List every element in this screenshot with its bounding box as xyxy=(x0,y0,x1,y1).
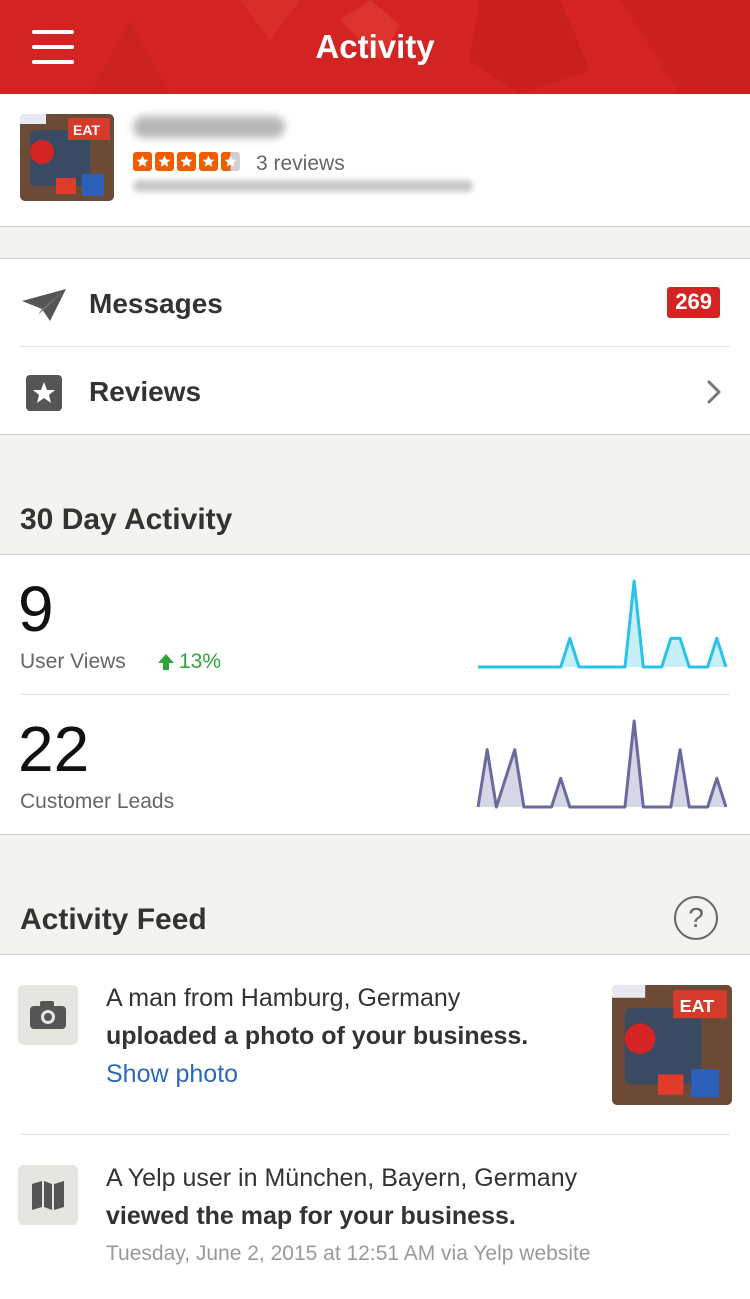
reviews-row[interactable]: Reviews xyxy=(0,347,750,435)
user-views-label: User Views xyxy=(20,650,126,673)
feed-item-action: uploaded a photo of your business. xyxy=(106,1022,529,1050)
half-star-icon xyxy=(221,152,240,171)
chevron-right-icon xyxy=(707,380,721,404)
business-address-redacted xyxy=(133,180,473,192)
help-icon[interactable]: ? xyxy=(674,896,718,940)
feed-item[interactable]: A Yelp user in München, Bayern, Germany … xyxy=(0,1135,750,1299)
feed-section-title: Activity Feed xyxy=(20,903,207,936)
messages-label: Messages xyxy=(89,288,223,319)
activity-stats: 9 User Views 13% 22 Customer Leads xyxy=(0,555,750,835)
star-square-icon xyxy=(26,375,62,411)
activity-section-title: 30 Day Activity xyxy=(20,503,233,536)
activity-feed: A man from Hamburg, Germany uploaded a p… xyxy=(0,955,750,1299)
business-card[interactable]: EAT 3 reviews xyxy=(0,94,750,227)
uploaded-photo-thumbnail[interactable]: EAT xyxy=(612,985,732,1105)
camera-icon xyxy=(18,985,78,1045)
arrow-up-icon xyxy=(158,654,174,670)
menu-list: Messages 269 Reviews xyxy=(0,258,750,435)
business-photo: EAT xyxy=(20,114,114,201)
star-icon xyxy=(155,152,174,171)
messages-count-badge: 269 xyxy=(667,287,720,318)
reviews-label: Reviews xyxy=(89,376,202,407)
feed-item-timestamp: Tuesday, June 2, 2015 at 12:51 AM via Ye… xyxy=(106,1242,591,1265)
messages-row[interactable]: Messages 269 xyxy=(0,259,750,347)
sparkline-area xyxy=(478,581,726,667)
customer-leads-sparkline xyxy=(476,719,728,809)
rating-stars xyxy=(133,152,240,171)
user-views-row[interactable]: 9 User Views 13% xyxy=(0,555,750,695)
sparkline-area xyxy=(478,721,726,807)
thumb-text: EAT xyxy=(680,996,714,1016)
customer-leads-row[interactable]: 22 Customer Leads xyxy=(0,695,750,835)
user-views-change: 13% xyxy=(157,650,221,674)
business-name-redacted xyxy=(133,116,285,138)
review-count: 3 reviews xyxy=(256,152,345,175)
feed-item-line1: A Yelp user in München, Bayern, Germany xyxy=(106,1164,578,1192)
page-title: Activity xyxy=(315,28,435,65)
customer-leads-label: Customer Leads xyxy=(20,790,175,813)
feed-item[interactable]: A man from Hamburg, Germany uploaded a p… xyxy=(0,955,750,1135)
star-icon xyxy=(133,152,152,171)
star-icon xyxy=(199,152,218,171)
user-views-change-value: 13% xyxy=(179,650,222,673)
feed-item-line1: A man from Hamburg, Germany xyxy=(106,984,461,1012)
show-photo-link[interactable]: Show photo xyxy=(106,1055,528,1093)
thumb-text: EAT xyxy=(73,122,100,138)
user-views-value: 9 xyxy=(18,573,54,645)
sparkline-line xyxy=(478,579,728,669)
map-icon xyxy=(18,1165,78,1225)
customer-leads-value: 22 xyxy=(18,713,90,785)
feed-item-action: viewed the map for your business. xyxy=(106,1202,516,1230)
nav-bar: Activity xyxy=(0,0,750,94)
star-icon xyxy=(177,152,196,171)
user-views-sparkline xyxy=(478,579,728,669)
paper-plane-icon xyxy=(22,289,66,321)
